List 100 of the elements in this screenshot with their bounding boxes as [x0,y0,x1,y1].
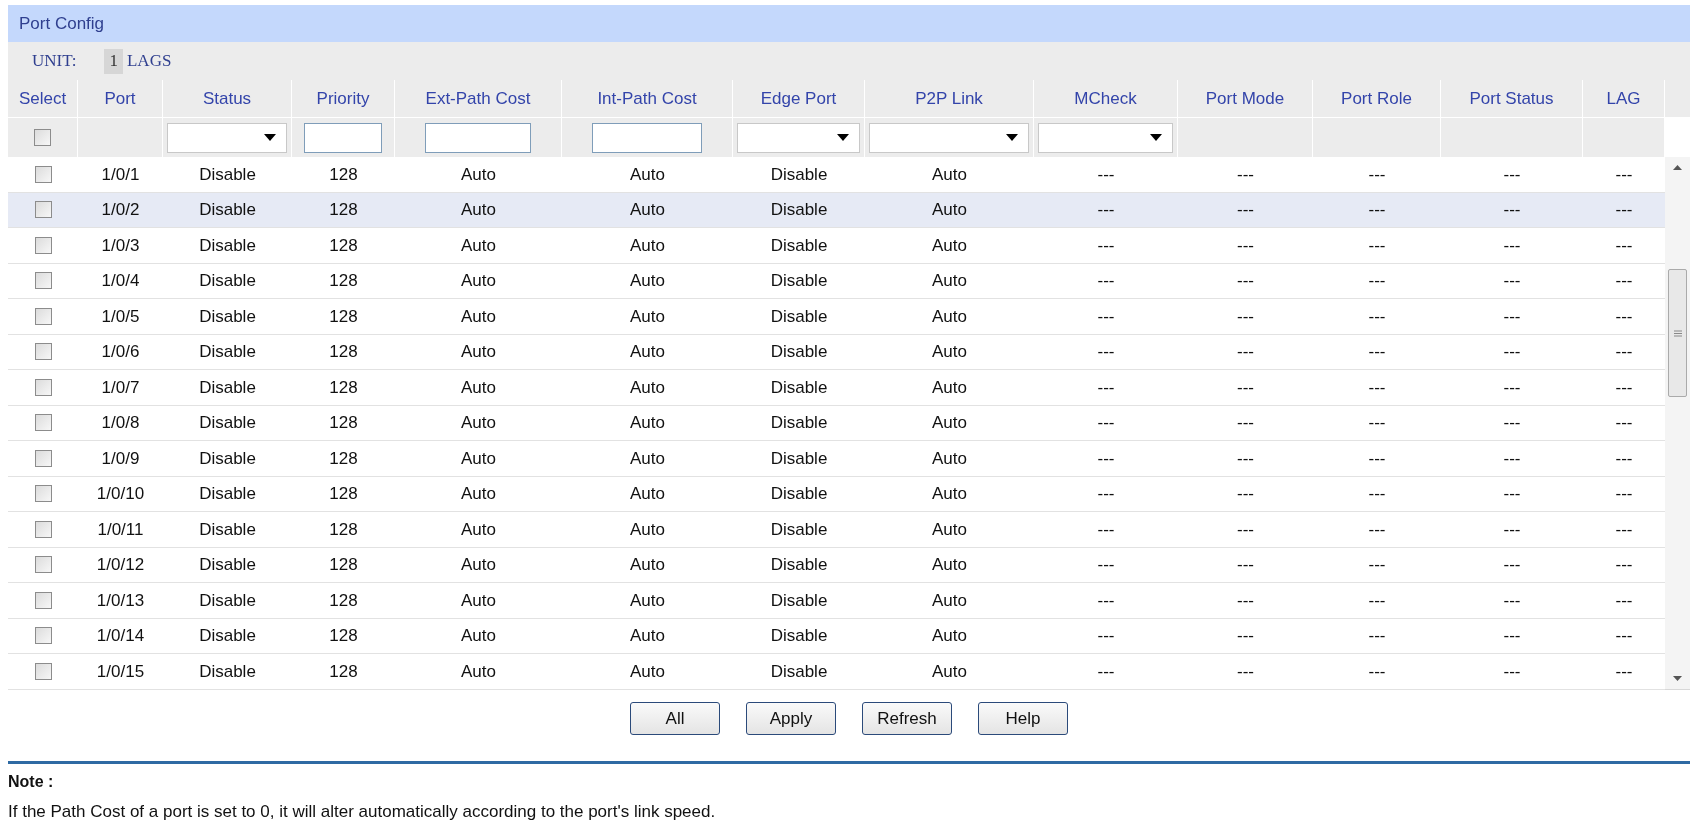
checkbox[interactable] [34,272,52,290]
column-header: Port [78,80,163,117]
table-cell-text: --- [1097,660,1115,683]
table-cell-text: Auto [461,163,496,186]
scroll-up-icon[interactable] [1673,165,1682,170]
checkbox[interactable] [34,520,52,538]
column-header: MCheck [1034,80,1178,117]
action-button[interactable]: Apply [746,702,836,735]
table-cell-text: Auto [461,447,496,470]
table-cell-text: --- [1503,234,1521,257]
table-cell-text: Disable [199,625,256,647]
table-cell-text: Auto [630,234,665,257]
table-cell-text: Auto [630,483,665,505]
table-cell-text: 128 [329,447,358,470]
checkbox[interactable] [34,236,52,254]
table-cell-text: --- [1615,234,1633,257]
table-cell-text: --- [1237,341,1254,363]
table-cell-text: Auto [461,305,496,328]
checkbox[interactable] [34,485,52,503]
checkbox[interactable] [34,307,52,325]
action-button[interactable]: Refresh [862,702,952,735]
table-cell-text: Auto [461,199,496,221]
table-cell-text: --- [1097,412,1115,434]
table-cell-text: --- [1368,483,1386,505]
table-cell-text: Disable [770,625,828,647]
table-cell-text: Auto [461,412,496,434]
table-cell-text: Auto [932,199,967,221]
table-cell-text: --- [1237,412,1254,434]
table-cell-text: Auto [461,625,496,647]
table-cell-text: Auto [630,625,665,647]
grip-icon [1673,329,1682,337]
table-cell-text: --- [1503,483,1521,505]
panel-title: Port Config [19,12,105,35]
table-cell-text: 128 [329,305,358,328]
table-cell-text: --- [1368,163,1386,186]
checkbox[interactable] [34,449,52,467]
input-field[interactable] [592,122,702,153]
checkbox[interactable] [34,414,52,432]
table-cell-text: --- [1368,412,1386,434]
table-cell-text: --- [1097,483,1115,505]
table-cell-text: Disable [770,412,828,434]
table-cell-text: Auto [630,447,665,470]
table-cell-text: Auto [630,163,665,186]
table-cell-text: --- [1503,270,1521,292]
table-cell-text: --- [1097,305,1115,328]
table-cell-text: Disable [770,447,828,470]
caret-icon [264,134,276,141]
table-cell-text: --- [1503,199,1521,221]
table-cell-text: Auto [932,305,967,328]
table-cell-text: Disable [770,518,828,541]
checkbox[interactable] [34,662,52,680]
checkbox[interactable] [34,591,52,609]
action-button[interactable]: All [630,702,720,735]
table-cell-text: Auto [932,447,967,470]
table-cell-text: --- [1237,625,1254,647]
table-cell-text: --- [1615,376,1633,399]
table-cell-text: --- [1368,518,1386,541]
table-cell-text: Auto [932,270,967,292]
input-field[interactable] [425,122,531,153]
table-cell-text: --- [1097,341,1115,363]
table-cell-text: Disable [199,518,256,541]
table-cell-text: 128 [329,589,358,612]
unit-tab[interactable]: 1 [104,48,123,74]
column-header: Port Mode [1178,80,1313,117]
scroll-thumb[interactable] [1668,269,1687,397]
column-header: Ext-Path Cost [395,80,562,117]
table-cell-text: Auto [932,412,967,434]
scroll-down-icon[interactable] [1673,676,1682,681]
table-cell-text: --- [1503,447,1521,470]
table-row[interactable]: 1/0/2 Disable 128 Auto Auto Disable Auto --- --- --- --- --- [8,192,1665,228]
column-header: Int-Path Cost [562,80,733,117]
table-cell-text: --- [1237,234,1254,257]
table-cell-text: --- [1097,199,1115,221]
checkbox[interactable] [34,343,52,361]
checkbox[interactable] [34,627,52,645]
table-cell-text: --- [1237,660,1254,683]
table-cell-text: --- [1097,625,1115,647]
table-cell-text: Disable [770,234,828,257]
checkbox[interactable] [34,556,52,574]
table-cell-text: --- [1503,625,1521,647]
table-cell-text: Auto [932,163,967,186]
table-cell-text: --- [1368,625,1386,647]
column-header: Select [8,80,78,117]
table-cell-text: Auto [932,341,967,363]
checkbox[interactable] [34,129,51,146]
table-cell-text: --- [1503,412,1521,434]
input-field[interactable] [304,122,382,153]
table-cell-text: Auto [461,270,496,292]
checkbox[interactable] [34,201,52,219]
table-cell-text: --- [1368,554,1386,576]
checkbox[interactable] [34,378,52,396]
action-button[interactable]: Help [978,702,1068,735]
scrollbar[interactable] [1665,157,1690,689]
lags-tab[interactable]: LAGS [127,48,172,74]
caret-icon [837,134,849,141]
table-cell-text: Auto [461,341,496,363]
table-cell-text: Disable [770,589,828,612]
table-cell-text: Auto [630,589,665,612]
checkbox[interactable] [34,165,52,183]
table-cell-text: Auto [630,376,665,399]
